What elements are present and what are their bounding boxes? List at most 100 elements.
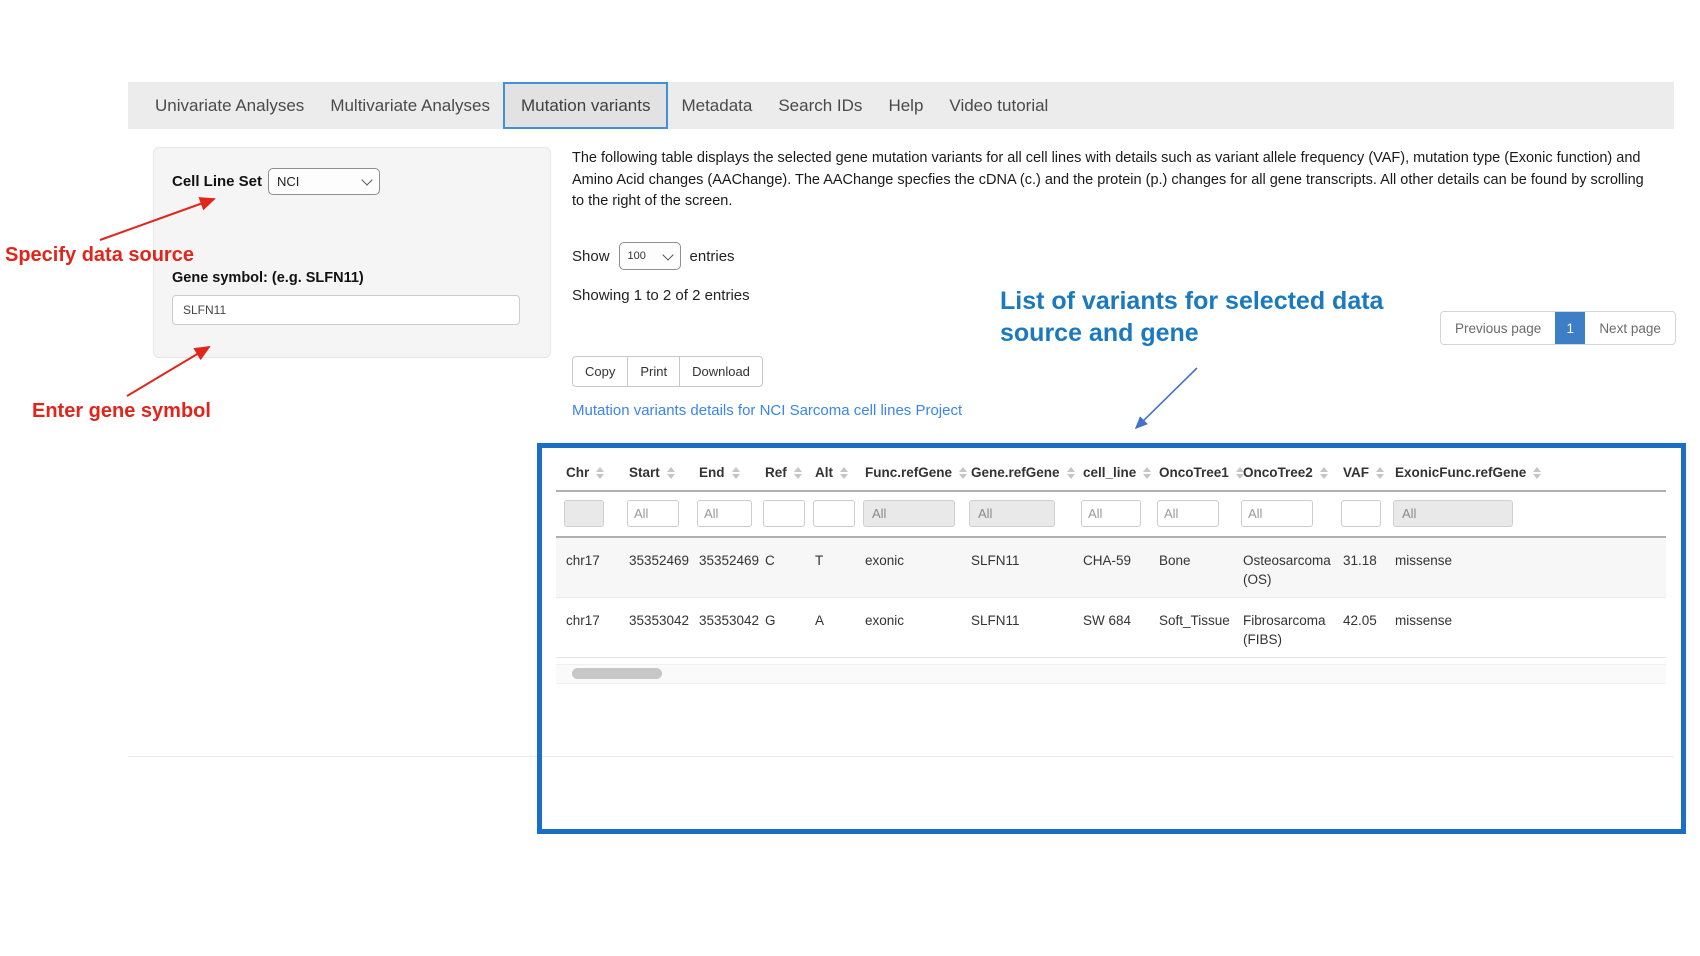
page-length-control: Show 100 entries	[572, 242, 735, 270]
end-filter-input[interactable]	[697, 500, 752, 527]
tab-search-ids[interactable]: Search IDs	[765, 82, 875, 129]
cell-oncotree1: Bone	[1149, 537, 1233, 598]
cell-start: 35352469	[619, 537, 689, 598]
next-page-button[interactable]: Next page	[1585, 312, 1675, 344]
cell-oncotree1: Soft_Tissue	[1149, 598, 1233, 658]
cell-start: 35353042	[619, 598, 689, 658]
cell-line-set-value: NCI	[277, 174, 299, 189]
column-header-end[interactable]: End	[689, 455, 755, 491]
cell-ref: C	[755, 537, 805, 598]
column-header-vaf[interactable]: VAF	[1333, 455, 1385, 491]
cell-alt: T	[805, 537, 855, 598]
column-header-chr[interactable]: Chr	[556, 455, 619, 491]
table-row[interactable]: chr17 35353042 35353042 G A exonic SLFN1…	[556, 598, 1666, 658]
table-row[interactable]: chr17 35352469 35352469 C T exonic SLFN1…	[556, 537, 1666, 598]
cell-cell-line: SW 684	[1073, 598, 1149, 658]
export-button-group: Copy Print Download	[572, 356, 763, 387]
column-header-start[interactable]: Start	[619, 455, 689, 491]
annotation-enter-gene-symbol: Enter gene symbol	[32, 400, 211, 423]
variants-table: Chr Start End Ref Alt Func.refGene Gene.…	[556, 455, 1666, 684]
exonicfunc-filter-select[interactable]: All	[1393, 500, 1513, 527]
column-header-alt[interactable]: Alt	[805, 455, 855, 491]
entries-label: entries	[690, 248, 735, 265]
cell-line-set-label: Cell Line Set	[172, 173, 262, 190]
show-label: Show	[572, 248, 610, 265]
chevron-down-icon	[361, 174, 372, 185]
sort-icon[interactable]	[667, 467, 675, 479]
gene-refgene-filter-select[interactable]: All	[969, 500, 1055, 527]
sort-icon[interactable]	[840, 467, 848, 479]
previous-page-button[interactable]: Previous page	[1441, 312, 1555, 344]
print-button[interactable]: Print	[627, 356, 680, 387]
table-description: The following table displays the selecte…	[572, 148, 1652, 213]
download-button[interactable]: Download	[679, 356, 763, 387]
cell-end: 35353042	[689, 598, 755, 658]
gene-symbol-input[interactable]	[172, 295, 520, 325]
cell-func-refgene: exonic	[855, 537, 961, 598]
sort-icon[interactable]	[959, 467, 967, 479]
column-header-cell-line[interactable]: cell_line	[1073, 455, 1149, 491]
cell-vaf: 31.18	[1333, 537, 1385, 598]
copy-button[interactable]: Copy	[572, 356, 628, 387]
oncotree1-filter-input[interactable]	[1157, 500, 1219, 527]
cell-vaf: 42.05	[1333, 598, 1385, 658]
sort-icon[interactable]	[1533, 467, 1541, 479]
sort-icon[interactable]	[1067, 467, 1075, 479]
top-navbar: Univariate Analyses Multivariate Analyse…	[128, 82, 1674, 129]
tab-multivariate-analyses[interactable]: Multivariate Analyses	[317, 82, 503, 129]
column-header-gene-refgene[interactable]: Gene.refGene	[961, 455, 1073, 491]
oncotree2-filter-input[interactable]	[1241, 500, 1313, 527]
column-header-func-refgene[interactable]: Func.refGene	[855, 455, 961, 491]
sort-icon[interactable]	[794, 467, 802, 479]
cell-line-set-select[interactable]: NCI	[268, 168, 380, 195]
sort-icon[interactable]	[596, 467, 604, 479]
cell-alt: A	[805, 598, 855, 658]
page-divider	[128, 756, 1674, 757]
cell-ref: G	[755, 598, 805, 658]
func-refgene-filter-select[interactable]: All	[863, 500, 955, 527]
cell-exonicfunc: missense	[1385, 537, 1666, 598]
header-row: Chr Start End Ref Alt Func.refGene Gene.…	[556, 455, 1666, 491]
chevron-down-icon	[662, 249, 673, 260]
column-header-ref[interactable]: Ref	[755, 455, 805, 491]
cell-line-filter-input[interactable]	[1081, 500, 1141, 527]
sort-icon[interactable]	[1376, 467, 1384, 479]
chr-filter-select[interactable]	[564, 500, 604, 527]
gene-symbol-label: Gene symbol: (e.g. SLFN11)	[172, 270, 364, 286]
tab-help[interactable]: Help	[875, 82, 936, 129]
tab-mutation-variants[interactable]: Mutation variants	[503, 82, 668, 129]
cell-func-refgene: exonic	[855, 598, 961, 658]
pagination: Previous page 1 Next page	[1440, 311, 1676, 345]
cell-gene-refgene: SLFN11	[961, 537, 1073, 598]
cell-exonicfunc: missense	[1385, 598, 1666, 658]
ref-filter-input[interactable]	[763, 500, 805, 527]
tab-univariate-analyses[interactable]: Univariate Analyses	[142, 82, 317, 129]
showing-entries-status: Showing 1 to 2 of 2 entries	[572, 287, 750, 304]
sort-icon[interactable]	[1143, 467, 1151, 479]
filter-row: All All All	[556, 491, 1666, 537]
page-length-value: 100	[628, 250, 646, 262]
vaf-filter-input[interactable]	[1341, 500, 1381, 527]
scrollbar-thumb[interactable]	[572, 668, 662, 679]
cell-oncotree2: Fibrosarcoma (FIBS)	[1233, 598, 1333, 658]
column-header-exonicfunc-refgene[interactable]: ExonicFunc.refGene	[1385, 455, 1666, 491]
alt-filter-input[interactable]	[813, 500, 855, 527]
sort-icon[interactable]	[1320, 467, 1328, 479]
cell-chr: chr17	[556, 598, 619, 658]
cell-end: 35352469	[689, 537, 755, 598]
annotation-list-of-variants: List of variants for selected data sourc…	[1000, 285, 1445, 349]
sort-icon[interactable]	[732, 467, 740, 479]
start-filter-input[interactable]	[627, 500, 679, 527]
tab-video-tutorial[interactable]: Video tutorial	[936, 82, 1061, 129]
column-header-oncotree2[interactable]: OncoTree2	[1233, 455, 1333, 491]
query-panel: Cell Line Set NCI Gene symbol: (e.g. SLF…	[153, 147, 551, 358]
table-caption-link[interactable]: Mutation variants details for NCI Sarcom…	[572, 402, 962, 419]
column-header-oncotree1[interactable]: OncoTree1	[1149, 455, 1233, 491]
current-page-button[interactable]: 1	[1555, 312, 1585, 344]
cell-gene-refgene: SLFN11	[961, 598, 1073, 658]
cell-oncotree2: Osteosarcoma (OS)	[1233, 537, 1333, 598]
list-of-variants-arrow	[1136, 368, 1197, 428]
tab-metadata[interactable]: Metadata	[668, 82, 765, 129]
page-length-select[interactable]: 100	[619, 242, 681, 270]
horizontal-scrollbar[interactable]	[556, 664, 1666, 684]
